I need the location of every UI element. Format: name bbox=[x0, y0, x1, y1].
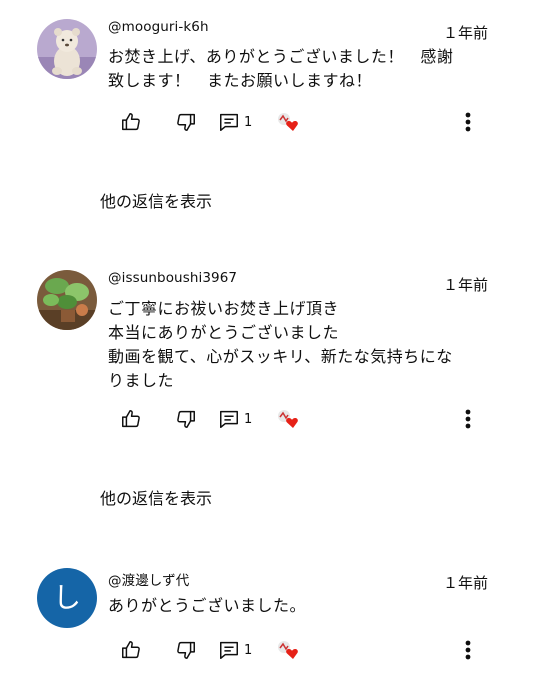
comment-time[interactable]: １年前 bbox=[443, 572, 488, 593]
creator-heart-icon bbox=[278, 410, 298, 428]
more-vertical-icon bbox=[465, 409, 471, 429]
thumbs-down-icon bbox=[177, 410, 195, 428]
avatar[interactable] bbox=[37, 270, 97, 330]
thumbs-down-icon bbox=[177, 113, 195, 131]
comment-text: ご丁寧にお祓いお焚き上げ頂き 本当にありがとうございました 動画を観て、心がスッ… bbox=[108, 299, 453, 390]
creator-heart-icon bbox=[278, 113, 298, 131]
avatar[interactable] bbox=[37, 19, 97, 79]
plant-avatar-icon bbox=[37, 270, 97, 330]
creator-heart[interactable] bbox=[276, 635, 302, 665]
avatar[interactable]: し bbox=[37, 568, 97, 628]
comment-actions: 1 bbox=[108, 635, 488, 665]
more-button[interactable] bbox=[458, 635, 478, 665]
comment-icon bbox=[220, 641, 238, 659]
like-button[interactable] bbox=[120, 635, 142, 665]
comment-actions: 1 bbox=[108, 107, 488, 137]
comment-icon bbox=[220, 410, 238, 428]
show-replies-button[interactable]: 他の返信を表示 bbox=[100, 188, 212, 212]
thumbs-down-icon bbox=[177, 641, 195, 659]
comment-text: お焚き上げ、ありがとうございました！ 感謝 致します！ またお願いしますね！ bbox=[108, 47, 454, 90]
show-replies-button[interactable]: 他の返信を表示 bbox=[100, 485, 212, 509]
comment-author[interactable]: @渡邊しず代 bbox=[108, 569, 189, 589]
creator-heart[interactable] bbox=[276, 107, 302, 137]
dislike-button[interactable] bbox=[175, 404, 197, 434]
comment-author[interactable]: @mooguri-k6h bbox=[108, 19, 209, 35]
creator-heart[interactable] bbox=[276, 404, 302, 434]
comment-text: ありがとうございました。 bbox=[108, 596, 307, 615]
like-button[interactable] bbox=[120, 404, 142, 434]
more-button[interactable] bbox=[458, 107, 478, 137]
comment-time[interactable]: １年前 bbox=[443, 22, 488, 43]
reply-button[interactable]: 1 bbox=[218, 404, 252, 434]
reply-count: 1 bbox=[244, 114, 253, 130]
comment-actions: 1 bbox=[108, 404, 488, 434]
stuffed-bear-avatar-icon bbox=[37, 19, 97, 79]
dislike-button[interactable] bbox=[175, 635, 197, 665]
more-button[interactable] bbox=[458, 404, 478, 434]
reply-count: 1 bbox=[244, 411, 253, 427]
reply-button[interactable]: 1 bbox=[218, 635, 252, 665]
thumbs-up-icon bbox=[122, 113, 140, 131]
avatar-letter: し bbox=[52, 581, 81, 614]
comment-time[interactable]: １年前 bbox=[443, 274, 488, 295]
dislike-button[interactable] bbox=[175, 107, 197, 137]
like-button[interactable] bbox=[120, 107, 142, 137]
more-vertical-icon bbox=[465, 112, 471, 132]
reply-button[interactable]: 1 bbox=[218, 107, 252, 137]
comment-author[interactable]: @issunboushi3967 bbox=[108, 270, 237, 286]
reply-count: 1 bbox=[244, 642, 253, 658]
thumbs-up-icon bbox=[122, 410, 140, 428]
comment-icon bbox=[220, 113, 238, 131]
thumbs-up-icon bbox=[122, 641, 140, 659]
more-vertical-icon bbox=[465, 640, 471, 660]
creator-heart-icon bbox=[278, 641, 298, 659]
